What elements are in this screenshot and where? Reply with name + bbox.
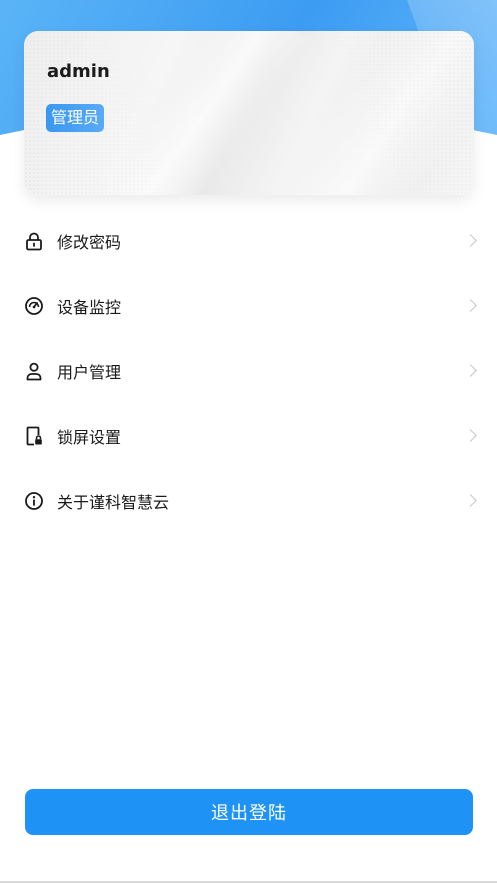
user-icon bbox=[24, 361, 44, 381]
gauge-icon bbox=[24, 296, 44, 316]
settings-menu: 修改密码 设备监控 用户管理 锁屏设置 关于谨科智慧云 bbox=[0, 208, 497, 533]
chevron-right-icon bbox=[464, 298, 477, 312]
phone-lock-icon bbox=[24, 426, 44, 446]
chevron-right-icon bbox=[464, 493, 477, 507]
logout-button[interactable]: 退出登陆 bbox=[25, 789, 473, 835]
menu-item-label: 关于谨科智慧云 bbox=[57, 492, 170, 512]
chevron-right-icon bbox=[464, 428, 477, 442]
info-icon bbox=[24, 491, 44, 511]
menu-item-label: 修改密码 bbox=[57, 232, 122, 252]
menu-item-label: 用户管理 bbox=[57, 362, 122, 382]
lock-icon bbox=[24, 231, 44, 251]
menu-item-device-monitor[interactable]: 设备监控 bbox=[0, 273, 497, 338]
menu-item-about[interactable]: 关于谨科智慧云 bbox=[0, 468, 497, 533]
role-badge: 管理员 bbox=[46, 104, 105, 132]
menu-item-label: 锁屏设置 bbox=[57, 427, 122, 447]
menu-item-user-management[interactable]: 用户管理 bbox=[0, 338, 497, 403]
profile-card: admin 管理员 bbox=[24, 31, 474, 195]
menu-item-label: 设备监控 bbox=[57, 297, 122, 317]
username: admin bbox=[47, 61, 110, 82]
chevron-right-icon bbox=[464, 363, 477, 377]
chevron-right-icon bbox=[464, 233, 477, 247]
menu-item-lock-screen[interactable]: 锁屏设置 bbox=[0, 403, 497, 468]
menu-item-change-password[interactable]: 修改密码 bbox=[0, 208, 497, 273]
